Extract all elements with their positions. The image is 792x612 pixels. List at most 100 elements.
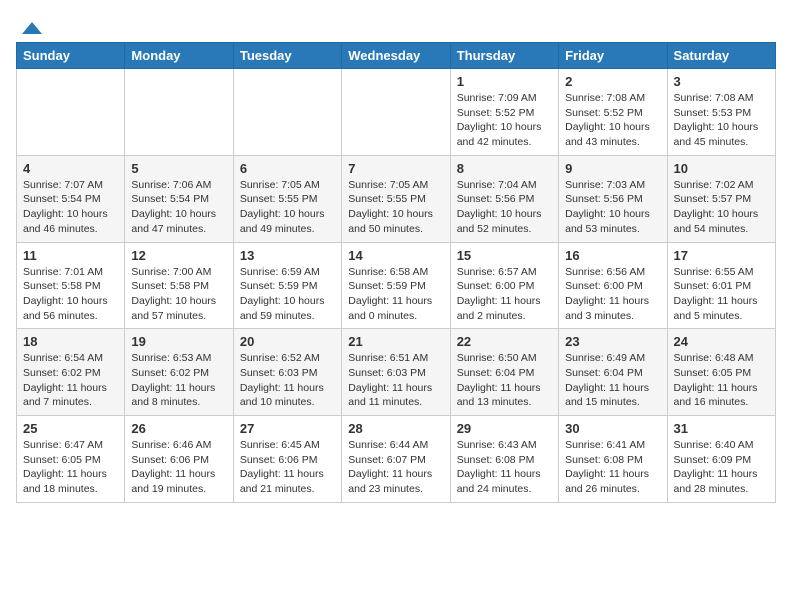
- calendar-day-cell: 28Sunrise: 6:44 AMSunset: 6:07 PMDayligh…: [342, 416, 450, 503]
- day-info: Sunrise: 7:05 AMSunset: 5:55 PMDaylight:…: [240, 178, 335, 237]
- day-info: Sunrise: 7:01 AMSunset: 5:58 PMDaylight:…: [23, 265, 118, 324]
- calendar-day-cell: 5 Sunrise: 7:06 AMSunset: 5:54 PMDaylight…: [125, 155, 233, 242]
- day-number: 12: [131, 248, 226, 263]
- calendar-day-cell: 15Sunrise: 6:57 AMSunset: 6:00 PMDayligh…: [450, 242, 558, 329]
- day-info: Sunrise: 6:46 AMSunset: 6:06 PMDaylight:…: [131, 438, 226, 497]
- day-info: Sunrise: 6:58 AMSunset: 5:59 PMDaylight:…: [348, 265, 443, 324]
- day-info: Sunrise: 7:03 AMSunset: 5:56 PMDaylight:…: [565, 178, 660, 237]
- weekday-header: Tuesday: [233, 43, 341, 69]
- day-number: 14: [348, 248, 443, 263]
- day-number: 20: [240, 334, 335, 349]
- day-info: Sunrise: 6:44 AMSunset: 6:07 PMDaylight:…: [348, 438, 443, 497]
- calendar-day-cell: 14 Sunrise: 6:58 AMSunset: 5:59 PMDayligh…: [342, 242, 450, 329]
- day-info: Sunrise: 7:06 AMSunset: 5:54 PMDaylight:…: [131, 178, 226, 237]
- calendar-day-cell: 31 Sunrise: 6:40 AMSunset: 6:09 PMDayligh…: [667, 416, 775, 503]
- day-number: 16: [565, 248, 660, 263]
- day-info: Sunrise: 6:40 AMSunset: 6:09 PMDaylight:…: [674, 438, 769, 497]
- calendar-day-cell: 4 Sunrise: 7:07 AMSunset: 5:54 PMDaylight…: [17, 155, 125, 242]
- calendar-day-cell: 17 Sunrise: 6:55 AMSunset: 6:01 PMDayligh…: [667, 242, 775, 329]
- calendar-day-cell: 8Sunrise: 7:04 AMSunset: 5:56 PMDaylight…: [450, 155, 558, 242]
- calendar-day-cell: 2 Sunrise: 7:08 AMSunset: 5:52 PMDaylight…: [559, 69, 667, 156]
- weekday-header: Thursday: [450, 43, 558, 69]
- day-number: 1: [457, 74, 552, 89]
- day-info: Sunrise: 6:57 AMSunset: 6:00 PMDaylight:…: [457, 265, 552, 324]
- day-number: 19: [131, 334, 226, 349]
- calendar-day-cell: 13Sunrise: 6:59 AMSunset: 5:59 PMDayligh…: [233, 242, 341, 329]
- day-info: Sunrise: 6:50 AMSunset: 6:04 PMDaylight:…: [457, 351, 552, 410]
- day-info: Sunrise: 7:00 AMSunset: 5:58 PMDaylight:…: [131, 265, 226, 324]
- day-info: Sunrise: 6:43 AMSunset: 6:08 PMDaylight:…: [457, 438, 552, 497]
- calendar-day-cell: 18 Sunrise: 6:54 AMSunset: 6:02 PMDayligh…: [17, 329, 125, 416]
- calendar-day-cell: 6 Sunrise: 7:05 AMSunset: 5:55 PMDaylight…: [233, 155, 341, 242]
- weekday-header: Sunday: [17, 43, 125, 69]
- calendar-week-row: 18 Sunrise: 6:54 AMSunset: 6:02 PMDayligh…: [17, 329, 776, 416]
- day-number: 17: [674, 248, 769, 263]
- day-info: Sunrise: 6:48 AMSunset: 6:05 PMDaylight:…: [674, 351, 769, 410]
- calendar-day-cell: 19Sunrise: 6:53 AMSunset: 6:02 PMDayligh…: [125, 329, 233, 416]
- calendar-day-cell: 20Sunrise: 6:52 AMSunset: 6:03 PMDayligh…: [233, 329, 341, 416]
- weekday-header: Monday: [125, 43, 233, 69]
- day-info: Sunrise: 6:56 AMSunset: 6:00 PMDaylight:…: [565, 265, 660, 324]
- calendar-day-cell: 26 Sunrise: 6:46 AMSunset: 6:06 PMDayligh…: [125, 416, 233, 503]
- calendar-day-cell: [125, 69, 233, 156]
- calendar-day-cell: 21Sunrise: 6:51 AMSunset: 6:03 PMDayligh…: [342, 329, 450, 416]
- calendar-day-cell: [233, 69, 341, 156]
- day-number: 31: [674, 421, 769, 436]
- day-info: Sunrise: 7:02 AMSunset: 5:57 PMDaylight:…: [674, 178, 769, 237]
- day-number: 4: [23, 161, 118, 176]
- day-number: 6: [240, 161, 335, 176]
- logo: [16, 16, 42, 34]
- calendar-day-cell: 22 Sunrise: 6:50 AMSunset: 6:04 PMDayligh…: [450, 329, 558, 416]
- day-number: 18: [23, 334, 118, 349]
- calendar-day-cell: 3 Sunrise: 7:08 AMSunset: 5:53 PMDaylight…: [667, 69, 775, 156]
- day-number: 2: [565, 74, 660, 89]
- calendar-day-cell: 24 Sunrise: 6:48 AMSunset: 6:05 PMDayligh…: [667, 329, 775, 416]
- calendar-day-cell: 12 Sunrise: 7:00 AMSunset: 5:58 PMDayligh…: [125, 242, 233, 329]
- day-info: Sunrise: 7:08 AMSunset: 5:52 PMDaylight:…: [565, 91, 660, 150]
- page-header: [16, 16, 776, 34]
- day-number: 29: [457, 421, 552, 436]
- calendar-day-cell: 9 Sunrise: 7:03 AMSunset: 5:56 PMDaylight…: [559, 155, 667, 242]
- calendar-day-cell: 25Sunrise: 6:47 AMSunset: 6:05 PMDayligh…: [17, 416, 125, 503]
- day-number: 24: [674, 334, 769, 349]
- day-number: 7: [348, 161, 443, 176]
- calendar-day-cell: 29 Sunrise: 6:43 AMSunset: 6:08 PMDayligh…: [450, 416, 558, 503]
- calendar-day-cell: [17, 69, 125, 156]
- day-number: 22: [457, 334, 552, 349]
- calendar-day-cell: 27Sunrise: 6:45 AMSunset: 6:06 PMDayligh…: [233, 416, 341, 503]
- calendar-day-cell: 30Sunrise: 6:41 AMSunset: 6:08 PMDayligh…: [559, 416, 667, 503]
- day-number: 26: [131, 421, 226, 436]
- calendar-week-row: 11 Sunrise: 7:01 AMSunset: 5:58 PMDayligh…: [17, 242, 776, 329]
- calendar-day-cell: 1 Sunrise: 7:09 AMSunset: 5:52 PMDaylight…: [450, 69, 558, 156]
- calendar-day-cell: 11 Sunrise: 7:01 AMSunset: 5:58 PMDayligh…: [17, 242, 125, 329]
- day-number: 23: [565, 334, 660, 349]
- day-info: Sunrise: 7:09 AMSunset: 5:52 PMDaylight:…: [457, 91, 552, 150]
- day-info: Sunrise: 6:54 AMSunset: 6:02 PMDaylight:…: [23, 351, 118, 410]
- day-info: Sunrise: 6:49 AMSunset: 6:04 PMDaylight:…: [565, 351, 660, 410]
- day-number: 5: [131, 161, 226, 176]
- day-number: 11: [23, 248, 118, 263]
- day-number: 25: [23, 421, 118, 436]
- calendar-day-cell: 23 Sunrise: 6:49 AMSunset: 6:04 PMDayligh…: [559, 329, 667, 416]
- calendar-week-row: 4 Sunrise: 7:07 AMSunset: 5:54 PMDaylight…: [17, 155, 776, 242]
- weekday-header: Saturday: [667, 43, 775, 69]
- day-info: Sunrise: 6:41 AMSunset: 6:08 PMDaylight:…: [565, 438, 660, 497]
- weekday-header: Friday: [559, 43, 667, 69]
- day-info: Sunrise: 7:08 AMSunset: 5:53 PMDaylight:…: [674, 91, 769, 150]
- day-number: 27: [240, 421, 335, 436]
- day-number: 13: [240, 248, 335, 263]
- day-info: Sunrise: 7:05 AMSunset: 5:55 PMDaylight:…: [348, 178, 443, 237]
- logo-icon: [18, 16, 42, 40]
- day-info: Sunrise: 6:55 AMSunset: 6:01 PMDaylight:…: [674, 265, 769, 324]
- calendar-day-cell: 16 Sunrise: 6:56 AMSunset: 6:00 PMDayligh…: [559, 242, 667, 329]
- weekday-header: Wednesday: [342, 43, 450, 69]
- calendar-table: SundayMondayTuesdayWednesdayThursdayFrid…: [16, 42, 776, 503]
- calendar-header-row: SundayMondayTuesdayWednesdayThursdayFrid…: [17, 43, 776, 69]
- day-info: Sunrise: 6:51 AMSunset: 6:03 PMDaylight:…: [348, 351, 443, 410]
- day-number: 9: [565, 161, 660, 176]
- calendar-week-row: 25Sunrise: 6:47 AMSunset: 6:05 PMDayligh…: [17, 416, 776, 503]
- day-number: 10: [674, 161, 769, 176]
- day-info: Sunrise: 7:07 AMSunset: 5:54 PMDaylight:…: [23, 178, 118, 237]
- day-number: 3: [674, 74, 769, 89]
- calendar-day-cell: 7 Sunrise: 7:05 AMSunset: 5:55 PMDaylight…: [342, 155, 450, 242]
